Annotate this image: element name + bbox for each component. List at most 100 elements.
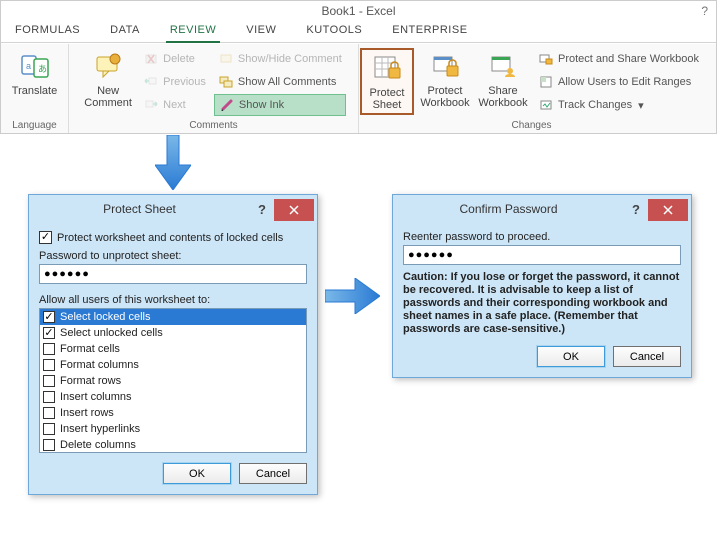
track-label: Track Changes bbox=[558, 99, 632, 111]
permission-checkbox[interactable] bbox=[43, 391, 55, 403]
show-hide-comment-button[interactable]: Show/Hide Comment bbox=[214, 48, 346, 70]
new-comment-button[interactable]: New Comment bbox=[81, 48, 135, 111]
help-button[interactable]: ? bbox=[701, 4, 708, 18]
translate-button[interactable]: aあ Translate bbox=[8, 48, 62, 99]
ribbon-body: aあ Translate Language New Comment Delete bbox=[1, 43, 716, 133]
share-workbook-button[interactable]: Share Workbook bbox=[476, 48, 530, 111]
permission-checkbox[interactable]: ✓ bbox=[43, 311, 55, 323]
cancel-button[interactable]: Cancel bbox=[613, 346, 681, 367]
dialog-titlebar[interactable]: Protect Sheet ? bbox=[29, 195, 317, 223]
dialog-close-button[interactable] bbox=[274, 199, 314, 221]
dialog-titlebar[interactable]: Confirm Password ? bbox=[393, 195, 691, 223]
group-language: aあ Translate Language bbox=[1, 44, 69, 133]
password-label: Password to unprotect sheet: bbox=[39, 250, 307, 262]
group-comments: New Comment Delete Previous Next Show/Hi… bbox=[69, 44, 359, 133]
showink-label: Show Ink bbox=[239, 99, 284, 111]
password-input[interactable] bbox=[39, 264, 307, 284]
show-all-comments-button[interactable]: Show All Comments bbox=[214, 71, 346, 93]
tab-enterprise[interactable]: ENTERPRISE bbox=[388, 20, 471, 42]
delete-label: Delete bbox=[163, 53, 195, 65]
caution-text: Caution: If you lose or forget the passw… bbox=[403, 271, 681, 336]
confirm-password-dialog: Confirm Password ? Reenter password to p… bbox=[392, 194, 692, 378]
showhide-icon bbox=[218, 51, 234, 67]
dialog-help-button[interactable]: ? bbox=[250, 202, 274, 217]
permission-item[interactable]: ✓ Select locked cells bbox=[40, 309, 306, 325]
tab-formulas[interactable]: FORMULAS bbox=[11, 20, 84, 42]
protect-checkbox-row[interactable]: ✓ Protect worksheet and contents of lock… bbox=[39, 231, 307, 244]
permission-item[interactable]: Insert rows bbox=[40, 405, 306, 421]
reenter-label: Reenter password to proceed. bbox=[403, 231, 681, 243]
permission-item[interactable]: Format cells bbox=[40, 341, 306, 357]
permission-label: Format columns bbox=[60, 359, 139, 371]
tab-review[interactable]: REVIEW bbox=[166, 20, 220, 43]
protect-sheet-icon bbox=[371, 52, 403, 84]
protect-workbook-button[interactable]: Protect Workbook bbox=[418, 48, 472, 111]
cancel-button[interactable]: Cancel bbox=[239, 463, 307, 484]
protect-checkbox[interactable]: ✓ bbox=[39, 231, 52, 244]
new-comment-label: New Comment bbox=[84, 85, 132, 109]
permission-checkbox[interactable] bbox=[43, 423, 55, 435]
ok-button[interactable]: OK bbox=[537, 346, 605, 367]
show-ink-button[interactable]: Show Ink bbox=[214, 94, 346, 116]
tab-kutools[interactable]: KUTOOLS bbox=[302, 20, 366, 42]
permission-label: Insert hyperlinks bbox=[60, 423, 140, 435]
permission-label: Insert columns bbox=[60, 391, 132, 403]
ok-button[interactable]: OK bbox=[163, 463, 231, 484]
protect-sheet-dialog: Protect Sheet ? ✓ Protect worksheet and … bbox=[28, 194, 318, 495]
permission-checkbox[interactable] bbox=[43, 407, 55, 419]
permission-checkbox[interactable] bbox=[43, 439, 55, 451]
group-changes: Protect Sheet Protect Workbook Share Wor… bbox=[359, 44, 704, 133]
dialog-title: Confirm Password bbox=[393, 202, 624, 216]
reenter-password-input[interactable] bbox=[403, 245, 681, 265]
previous-icon bbox=[143, 74, 159, 90]
permission-label: Format rows bbox=[60, 375, 121, 387]
title-bar: Book1 - Excel ? bbox=[1, 1, 716, 20]
track-changes-button[interactable]: Track Changes ▾ bbox=[534, 94, 703, 116]
protect-workbook-icon bbox=[429, 50, 461, 82]
permission-checkbox[interactable]: ✓ bbox=[43, 327, 55, 339]
permissions-listbox[interactable]: ✓ Select locked cells ✓ Select unlocked cel… bbox=[39, 308, 307, 453]
share-workbook-icon bbox=[487, 50, 519, 82]
delete-comment-button[interactable]: Delete bbox=[139, 48, 210, 70]
allow-edit-ranges-button[interactable]: Allow Users to Edit Ranges bbox=[534, 71, 703, 93]
ribbon-tabs: FORMULAS DATA REVIEW VIEW KUTOOLS ENTERPRISE bbox=[1, 20, 716, 43]
allowedit-label: Allow Users to Edit Ranges bbox=[558, 76, 691, 88]
permission-label: Delete columns bbox=[60, 439, 136, 451]
permission-item[interactable]: Insert columns bbox=[40, 389, 306, 405]
allowedit-icon bbox=[538, 74, 554, 90]
protect-sheet-button[interactable]: Protect Sheet bbox=[360, 48, 414, 115]
translate-label: Translate bbox=[12, 85, 57, 97]
permission-checkbox[interactable] bbox=[43, 343, 55, 355]
permission-label: Select unlocked cells bbox=[60, 327, 163, 339]
permission-label: Insert rows bbox=[60, 407, 114, 419]
permission-checkbox[interactable] bbox=[43, 359, 55, 371]
next-comment-button[interactable]: Next bbox=[139, 94, 210, 116]
window-title: Book1 - Excel bbox=[321, 4, 395, 18]
previous-comment-button[interactable]: Previous bbox=[139, 71, 210, 93]
permission-item[interactable]: Insert hyperlinks bbox=[40, 421, 306, 437]
dialog-title: Protect Sheet bbox=[29, 202, 250, 216]
permission-item[interactable]: Format columns bbox=[40, 357, 306, 373]
tab-data[interactable]: DATA bbox=[106, 20, 144, 42]
protect-share-workbook-button[interactable]: Protect and Share Workbook bbox=[534, 48, 703, 70]
dialog-close-button[interactable] bbox=[648, 199, 688, 221]
showhide-label: Show/Hide Comment bbox=[238, 53, 342, 65]
permission-item[interactable]: Format rows bbox=[40, 373, 306, 389]
share-workbook-label: Share Workbook bbox=[478, 85, 527, 109]
next-icon bbox=[143, 97, 159, 113]
protshare-icon bbox=[538, 51, 554, 67]
allow-label: Allow all users of this worksheet to: bbox=[39, 294, 307, 306]
previous-label: Previous bbox=[163, 76, 206, 88]
dialog-help-button[interactable]: ? bbox=[624, 202, 648, 217]
next-label: Next bbox=[163, 99, 186, 111]
checkmark-icon: ✓ bbox=[44, 312, 53, 323]
svg-text:あ: あ bbox=[38, 64, 47, 74]
permission-label: Select locked cells bbox=[60, 311, 151, 323]
permission-label: Format cells bbox=[60, 343, 120, 355]
permission-item[interactable]: Delete columns bbox=[40, 437, 306, 453]
delete-icon bbox=[143, 51, 159, 67]
tab-view[interactable]: VIEW bbox=[242, 20, 280, 42]
permission-item[interactable]: ✓ Select unlocked cells bbox=[40, 325, 306, 341]
dropdown-icon: ▾ bbox=[638, 99, 644, 112]
permission-checkbox[interactable] bbox=[43, 375, 55, 387]
